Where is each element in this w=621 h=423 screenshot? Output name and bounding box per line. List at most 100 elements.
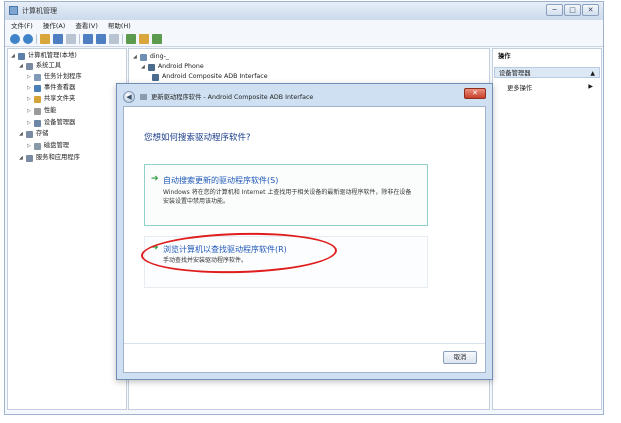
tree-item[interactable]: ▷ 磁盘管理	[27, 141, 69, 151]
tree-item-label: 系统工具	[35, 62, 62, 69]
actions-device-manager[interactable]: 设备管理器 ▲	[494, 67, 600, 78]
expand-arrow-icon[interactable]: ◢	[19, 129, 23, 139]
dialog-title: 更新驱动程序软件 - Android Composite ADB Interfa…	[151, 94, 314, 101]
toolbar-separator	[122, 34, 123, 44]
tree-item-icon	[33, 84, 41, 92]
scan-hardware-icon[interactable]	[109, 34, 119, 44]
expand-arrow-icon[interactable]: ◢	[11, 51, 15, 61]
expand-arrow-icon[interactable]: ▷	[27, 72, 31, 82]
window-title: 计算机管理	[22, 7, 57, 15]
dialog-question: 您想如何搜索驱动程序软件?	[144, 133, 251, 143]
menu-help[interactable]: 帮助(H)	[108, 20, 131, 32]
tree-item[interactable]: ◢ 计算机管理(本地)	[11, 51, 77, 61]
forward-arrow-icon[interactable]	[23, 34, 33, 44]
dialog-close-button[interactable]: ✕	[464, 88, 486, 99]
back-icon[interactable]: ◀	[123, 91, 135, 103]
menu-bar: 文件(F) 操作(A) 查看(V) 帮助(H)	[5, 20, 603, 32]
tree-item[interactable]: ▷ 共享文件夹	[27, 94, 75, 104]
expand-arrow-icon[interactable]: ▷	[27, 141, 31, 151]
actions-pane: 操作 设备管理器 ▲ 更多操作 ▶	[492, 48, 602, 410]
device-item[interactable]: Android Composite ADB Interface	[149, 72, 268, 82]
console-tree: ◢ 计算机管理(本地) ◢ 系统工具 ▷ 任务计划程序 ▷ 事件查看器 ▷ 共享文件夹 ▷ 性能 ▷ 设备…	[7, 48, 127, 410]
back-arrow-icon[interactable]	[10, 34, 20, 44]
minimize-button[interactable]: ─	[546, 4, 563, 16]
update-driver-icon[interactable]	[126, 34, 136, 44]
collapse-arrow-icon[interactable]: ▲	[590, 68, 595, 79]
device-icon	[139, 53, 147, 61]
close-button[interactable]: ✕	[582, 4, 599, 16]
auto-search-title: 自动搜索更新的驱动程序软件(S)	[163, 176, 279, 185]
tree-item-icon	[25, 154, 33, 162]
auto-search-option[interactable]: ➔ 自动搜索更新的驱动程序软件(S) Windows 将在您的计算机和 Inte…	[144, 164, 428, 226]
tree-item-icon	[17, 52, 25, 60]
tree-item-label: 服务和应用程序	[35, 154, 80, 161]
up-folder-icon[interactable]	[40, 34, 50, 44]
dialog-body: 您想如何搜索驱动程序软件? ➔ 自动搜索更新的驱动程序软件(S) Windows…	[123, 106, 486, 373]
uninstall-device-icon[interactable]	[152, 34, 162, 44]
show-pane-icon[interactable]	[96, 34, 106, 44]
submenu-arrow-icon: ▶	[588, 83, 593, 90]
toolbar	[5, 32, 603, 47]
tree-item-icon	[25, 130, 33, 138]
menu-action[interactable]: 操作(A)	[43, 20, 66, 32]
expand-arrow-icon[interactable]: ▷	[27, 118, 31, 128]
green-arrow-icon: ➔	[151, 174, 159, 184]
expand-arrow-icon[interactable]: ◢	[133, 52, 137, 62]
device-item[interactable]: ◢ Android Phone	[141, 62, 204, 72]
device-icon	[147, 63, 155, 71]
device-icon	[140, 94, 147, 100]
device-item[interactable]: ◢ ding-_	[133, 52, 169, 62]
tree-item[interactable]: ◢ 存储	[19, 129, 48, 139]
tree-item[interactable]: ▷ 性能	[27, 106, 56, 116]
expand-arrow-icon[interactable]: ◢	[141, 62, 145, 72]
tree-item[interactable]: ◢ 服务和应用程序	[19, 153, 80, 163]
tree-item-label: 共享文件夹	[43, 95, 76, 102]
tree-item-label: 存储	[35, 130, 49, 137]
update-driver-dialog: ◀ 更新驱动程序软件 - Android Composite ADB Inter…	[116, 83, 493, 380]
device-item-label: Android Phone	[157, 63, 204, 70]
dialog-title-bar: ◀ 更新驱动程序软件 - Android Composite ADB Inter…	[117, 84, 492, 106]
help-icon[interactable]	[83, 34, 93, 44]
expand-arrow-icon[interactable]: ▷	[27, 94, 31, 104]
actions-device-manager-label: 设备管理器	[499, 70, 531, 77]
tree-item[interactable]: ▷ 任务计划程序	[27, 72, 82, 82]
expand-arrow-icon[interactable]: ▷	[27, 106, 31, 116]
device-icon	[152, 73, 159, 81]
tree-item-label: 计算机管理(本地)	[27, 52, 77, 59]
menu-file[interactable]: 文件(F)	[11, 20, 33, 32]
tree-item-icon	[33, 95, 41, 103]
tree-item-icon	[33, 107, 41, 115]
tree-item-label: 磁盘管理	[43, 142, 70, 149]
tree-item-label: 任务计划程序	[43, 73, 82, 80]
expand-arrow-icon[interactable]: ◢	[19, 61, 23, 71]
tree-item-icon	[33, 119, 41, 127]
tree-item[interactable]: ▷ 设备管理器	[27, 118, 75, 128]
tree-item[interactable]: ◢ 系统工具	[19, 61, 61, 71]
expand-arrow-icon[interactable]: ◢	[19, 153, 23, 163]
properties-icon[interactable]	[66, 34, 76, 44]
title-bar: 计算机管理 ─ □ ✕	[5, 2, 603, 20]
expand-arrow-icon[interactable]: ▷	[27, 83, 31, 93]
tree-item-label: 设备管理器	[43, 119, 76, 126]
more-actions-label: 更多操作	[507, 85, 533, 92]
tree-item-icon	[25, 62, 33, 70]
toolbar-separator	[79, 34, 80, 44]
show-hide-tree-icon[interactable]	[53, 34, 63, 44]
computer-management-icon	[9, 6, 18, 15]
maximize-button[interactable]: □	[564, 4, 581, 16]
caption-buttons: ─ □ ✕	[546, 4, 599, 16]
cancel-button[interactable]: 取消	[443, 351, 477, 364]
auto-search-description: Windows 将在您的计算机和 Internet 上查找用于相关设备的最新驱动…	[163, 189, 412, 205]
tree-item[interactable]: ▷ 事件查看器	[27, 83, 75, 93]
actions-header: 操作	[498, 53, 511, 60]
dialog-separator	[124, 343, 485, 344]
disable-device-icon[interactable]	[139, 34, 149, 44]
more-actions[interactable]: 更多操作 ▶	[507, 83, 597, 92]
tree-item-icon	[33, 73, 41, 81]
tree-item-label: 性能	[43, 107, 57, 114]
toolbar-separator	[36, 34, 37, 44]
tree-item-icon	[33, 142, 41, 150]
tree-item-label: 事件查看器	[43, 84, 76, 91]
device-item-label: Android Composite ADB Interface	[162, 73, 268, 80]
menu-view[interactable]: 查看(V)	[75, 20, 98, 32]
